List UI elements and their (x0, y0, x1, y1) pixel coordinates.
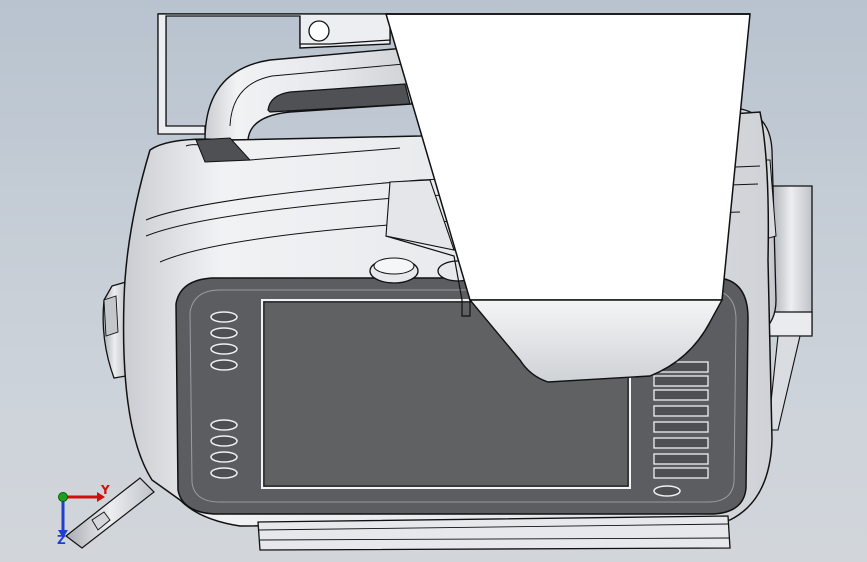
function-button[interactable] (210, 451, 238, 463)
triad-z-label: Z (57, 533, 66, 547)
function-button[interactable] (210, 311, 238, 323)
function-button[interactable] (210, 343, 238, 355)
triad-y-label: Y (100, 483, 110, 497)
enable-button[interactable] (653, 485, 681, 497)
carry-handle[interactable] (204, 47, 413, 141)
jog-key[interactable] (653, 375, 709, 387)
bottom-plate[interactable] (257, 515, 731, 551)
function-button[interactable] (210, 359, 238, 371)
jog-key[interactable] (653, 405, 709, 417)
jog-key[interactable] (653, 437, 709, 449)
function-button[interactable] (210, 327, 238, 339)
function-button[interactable] (210, 467, 238, 479)
cable[interactable] (65, 477, 155, 549)
jog-key[interactable] (653, 453, 709, 465)
function-button[interactable] (210, 435, 238, 447)
graphics-viewport[interactable]: Y Z (0, 0, 867, 562)
jog-key[interactable] (653, 467, 709, 479)
jog-key[interactable] (653, 389, 709, 401)
jog-key[interactable] (653, 421, 709, 433)
right-key-column[interactable] (653, 361, 709, 497)
left-clip[interactable] (102, 281, 127, 379)
function-button[interactable] (210, 419, 238, 431)
